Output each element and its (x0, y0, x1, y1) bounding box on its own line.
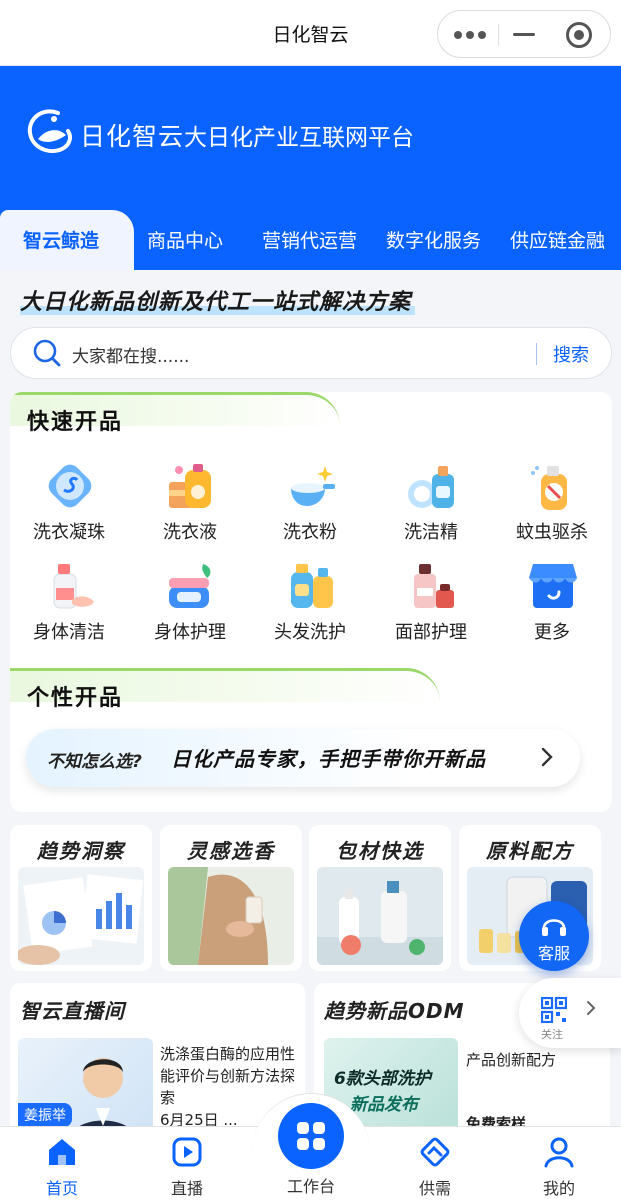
brand-name: 日化智云 (80, 122, 185, 151)
category-label: 洗衣凝珠 (33, 522, 105, 543)
body-care-icon (169, 564, 211, 608)
packaging-bottles-image (317, 867, 443, 965)
follow-label: 关注 (541, 1028, 563, 1041)
hair-care-icon (291, 564, 333, 608)
category-dish-soap[interactable]: 洗洁精 (372, 460, 490, 552)
category-washing-powder[interactable]: 洗衣粉 (251, 460, 369, 552)
tabbar-label: 我的 (542, 1179, 575, 1198)
tab-digital-services[interactable]: 数字化服务 (386, 226, 481, 253)
logo-icon (27, 109, 72, 153)
category-label: 更多 (534, 622, 570, 643)
product-expert-banner[interactable]: 不知怎么选? 日化产品专家，手把手带你开新品 (26, 729, 580, 787)
live-room-title: 智云直播间 (20, 999, 125, 1023)
chevron-right-icon (541, 747, 553, 767)
category-body-care[interactable]: 身体护理 (131, 560, 249, 652)
quick-start-title: 快速开品 (27, 410, 124, 435)
feature-title: 趋势洞察 (37, 839, 125, 863)
category-label: 洗洁精 (404, 522, 458, 543)
custom-start-title: 个性开品 (27, 686, 124, 711)
category-label: 面部护理 (395, 622, 467, 643)
follow-button[interactable]: 关注 (519, 978, 621, 1048)
user-icon (544, 1137, 574, 1168)
odm-description: 产品创新配方 (466, 1051, 557, 1069)
feature-trend-insight[interactable]: 趋势洞察 (10, 825, 152, 971)
tab-marketing-operation[interactable]: 营销代运营 (262, 226, 357, 253)
search-bar[interactable]: 大家都在搜...... 搜索 (10, 327, 612, 379)
category-label: 身体护理 (154, 622, 226, 643)
feature-title: 包材快选 (336, 839, 424, 863)
category-label: 身体清洁 (33, 622, 105, 643)
tab-supply-chain-finance[interactable]: 供应链金融 (510, 226, 605, 253)
store-more-icon (529, 564, 577, 608)
search-divider (536, 343, 537, 365)
feature-title: 灵感选香 (187, 839, 275, 863)
category-hair-care[interactable]: 头发洗护 (251, 560, 369, 652)
host-name-tag: 姜振举 (18, 1103, 72, 1127)
body-wash-icon (53, 564, 94, 609)
category-body-wash[interactable]: 身体清洁 (10, 560, 128, 652)
feature-packaging-select[interactable]: 包材快选 (309, 825, 451, 971)
capsule-menu (437, 10, 611, 58)
expert-answer: 日化产品专家，手把手带你开新品 (171, 747, 486, 771)
odm-title: 趋势新品ODM (324, 999, 465, 1023)
category-face-care[interactable]: 面部护理 (372, 560, 490, 652)
dish-soap-icon (408, 466, 454, 508)
laundry-liquid-icon (169, 464, 211, 508)
top-tabs: 智云鲸造 商品中心 营销代运营 数字化服务 供应链金融 (0, 210, 621, 270)
quick-start-card: 快速开品 洗衣凝珠 洗衣液 洗衣粉 洗洁精 蚊虫驱杀 身体清洁 身体护理 头发洗… (10, 392, 612, 812)
category-insect-repellent[interactable]: 蚊虫驱杀 (493, 460, 611, 552)
home-icon (49, 1139, 75, 1165)
customer-service-button[interactable]: 客服 (519, 901, 589, 971)
tabbar-label: 供需 (418, 1179, 451, 1198)
category-label: 洗衣粉 (283, 522, 337, 543)
feature-fragrance-select[interactable]: 灵感选香 (160, 825, 302, 971)
hero-header: 日化智云 大日化产业互联网平台 智云鲸造 商品中心 营销代运营 数字化服务 供应… (0, 66, 621, 270)
chevron-right-icon (587, 1001, 596, 1015)
more-options-icon[interactable] (454, 25, 488, 45)
feature-title: 原料配方 (486, 839, 574, 863)
workbench-button[interactable] (278, 1103, 344, 1169)
close-target-icon[interactable] (566, 22, 592, 48)
apps-grid-icon (297, 1122, 325, 1150)
capsule-divider (498, 24, 499, 46)
handshake-icon (420, 1137, 450, 1167)
search-input[interactable]: 大家都在搜...... (72, 342, 189, 367)
tabbar-label: 首页 (45, 1179, 78, 1198)
tabbar-supply-demand[interactable]: 供需 (395, 1135, 475, 1199)
tab-zhiyun-jingzao[interactable]: 智云鲸造 (0, 210, 134, 270)
search-icon (33, 339, 61, 367)
category-label: 蚊虫驱杀 (516, 522, 588, 543)
category-label: 头发洗护 (274, 622, 346, 643)
category-more[interactable]: 更多 (493, 560, 611, 652)
insect-repellent-icon (531, 466, 567, 510)
category-laundry-pod[interactable]: 洗衣凝珠 (10, 460, 128, 552)
odm-banner-line1: 6款头部洗护 (334, 1069, 431, 1089)
category-label: 洗衣液 (163, 522, 217, 543)
washing-powder-icon (291, 466, 335, 506)
minimize-icon[interactable] (513, 24, 537, 46)
tab-product-center[interactable]: 商品中心 (147, 226, 223, 253)
customer-service-label: 客服 (537, 944, 570, 963)
face-care-icon (414, 564, 454, 608)
category-laundry-liquid[interactable]: 洗衣液 (131, 460, 249, 552)
search-button[interactable]: 搜索 (553, 341, 589, 367)
odm-banner-line2: 新品发布 (350, 1095, 418, 1115)
perfume-image (168, 867, 294, 965)
expert-question: 不知怎么选? (47, 752, 142, 772)
headset-icon (542, 919, 566, 936)
tabbar-home[interactable]: 首页 (22, 1135, 102, 1199)
charts-analysis-image (18, 867, 144, 965)
qr-code-icon (541, 997, 567, 1023)
play-video-icon (172, 1137, 202, 1167)
tabbar-label: 直播 (170, 1179, 203, 1198)
tabbar-live[interactable]: 直播 (147, 1135, 227, 1199)
tabbar-mine[interactable]: 我的 (519, 1135, 599, 1199)
laundry-pod-icon (48, 464, 92, 508)
brand-slogan: 大日化产业互联网平台 (184, 125, 414, 151)
mini-program-title-bar: 日化智云 (0, 0, 621, 66)
page-headline: 大日化新品创新及代工一站式解决方案 (20, 284, 416, 316)
workbench-label: 工作台 (286, 1177, 335, 1196)
